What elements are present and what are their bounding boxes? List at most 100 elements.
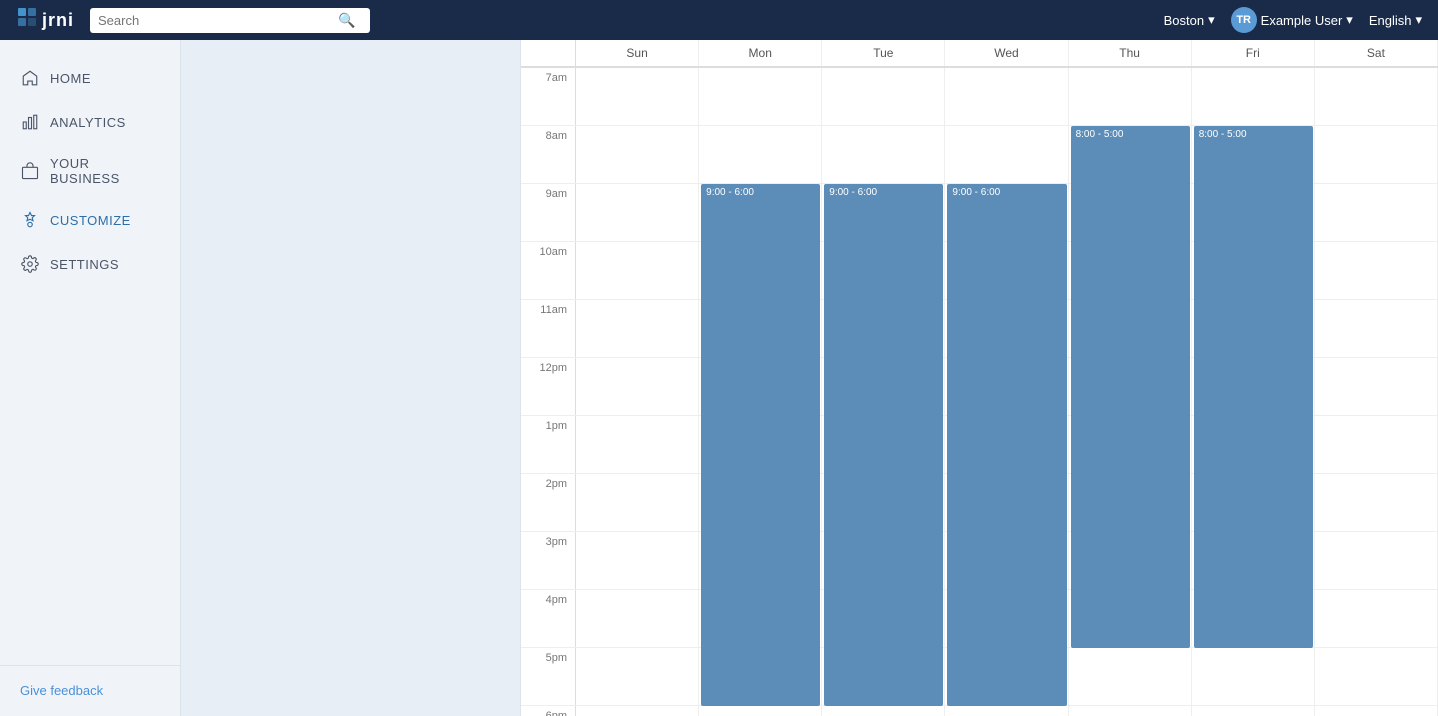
give-feedback-link[interactable]: Give feedback [20, 683, 103, 698]
time-label: 8am [521, 126, 576, 183]
time-cell [822, 68, 945, 125]
time-cell [1315, 184, 1438, 241]
sidebar-item-customize[interactable]: CUSTOMIZE [0, 198, 180, 242]
sidebar-item-home[interactable]: HOME [0, 56, 180, 100]
time-cell [1315, 126, 1438, 183]
location-selector[interactable]: Boston ▾ [1164, 12, 1215, 28]
main-layout: HOME ANALYTICS YOUR BUSINESS CUSTOMIZE [0, 40, 1438, 716]
time-row: 6pm [521, 706, 1438, 716]
appointment-block[interactable]: 8:00 - 5:00 [1071, 126, 1190, 648]
time-cell [576, 532, 699, 589]
time-cell [576, 242, 699, 299]
time-label: 10am [521, 242, 576, 299]
time-cell [576, 706, 699, 716]
location-arrow: ▾ [1208, 12, 1215, 28]
customize-icon [20, 210, 40, 230]
time-cell [1315, 590, 1438, 647]
appointment-block[interactable]: 8:00 - 5:00 [1194, 126, 1313, 648]
appointment-block[interactable]: 9:00 - 6:00 [824, 184, 943, 706]
home-icon [20, 68, 40, 88]
sidebar-item-analytics-label: ANALYTICS [50, 115, 126, 130]
time-label: 3pm [521, 532, 576, 589]
time-cell [576, 648, 699, 705]
time-cell [699, 126, 822, 183]
sidebar-item-settings[interactable]: SETTINGS [0, 242, 180, 286]
day-header-mon: Mon [699, 40, 822, 66]
time-label: 11am [521, 300, 576, 357]
time-cell [1315, 532, 1438, 589]
day-header-sun: Sun [576, 40, 699, 66]
logo-text: jrni [42, 10, 74, 31]
time-label: 12pm [521, 358, 576, 415]
time-cell [1315, 648, 1438, 705]
time-label: 4pm [521, 590, 576, 647]
avatar: TR [1231, 7, 1257, 33]
time-row: 7am [521, 68, 1438, 126]
sidebar: HOME ANALYTICS YOUR BUSINESS CUSTOMIZE [0, 40, 181, 716]
time-cell [1315, 416, 1438, 473]
time-cell [576, 474, 699, 531]
time-spacer [521, 40, 576, 66]
day-header-wed: Wed [945, 40, 1068, 66]
time-cell [1315, 474, 1438, 531]
search-icon: 🔍 [338, 12, 355, 29]
day-header-thu: Thu [1069, 40, 1192, 66]
appointment-block[interactable]: 9:00 - 6:00 [701, 184, 820, 706]
time-cell [576, 126, 699, 183]
time-label: 5pm [521, 648, 576, 705]
time-cell [576, 68, 699, 125]
time-cell [576, 358, 699, 415]
time-label: 9am [521, 184, 576, 241]
time-cell [1192, 706, 1315, 716]
time-grid: 7am8am9am10am11am12pm1pm2pm3pm4pm5pm6pm9… [521, 68, 1438, 716]
search-input[interactable] [98, 13, 338, 28]
days-header: Sun Mon Tue Wed Thu Fri Sat [521, 40, 1438, 68]
time-cells [576, 68, 1438, 125]
time-cell [1315, 706, 1438, 716]
day-header-fri: Fri [1192, 40, 1315, 66]
time-cell [945, 706, 1068, 716]
content-area: Sun Mon Tue Wed Thu Fri Sat 7am8am9am10a… [181, 40, 1438, 716]
time-cell [1315, 300, 1438, 357]
location-label: Boston [1164, 13, 1204, 28]
language-arrow: ▾ [1415, 12, 1422, 28]
time-cell [699, 706, 822, 716]
logo[interactable]: jrni [16, 6, 74, 34]
logo-icon [16, 6, 38, 34]
sidebar-item-home-label: HOME [50, 71, 91, 86]
time-cell [576, 416, 699, 473]
search-bar[interactable]: 🔍 [90, 8, 370, 33]
appointment-block[interactable]: 9:00 - 6:00 [947, 184, 1066, 706]
language-selector[interactable]: English ▾ [1369, 12, 1422, 28]
sidebar-item-customize-label: CUSTOMIZE [50, 213, 131, 228]
time-label: 6pm [521, 706, 576, 716]
day-header-tue: Tue [822, 40, 945, 66]
time-cell [1315, 358, 1438, 415]
top-navigation: jrni 🔍 Boston ▾ TR Example User ▾ Englis… [0, 0, 1438, 40]
time-label: 2pm [521, 474, 576, 531]
time-cell [822, 706, 945, 716]
time-cell [1315, 68, 1438, 125]
sidebar-item-analytics[interactable]: ANALYTICS [0, 100, 180, 144]
sidebar-item-your-business[interactable]: YOUR BUSINESS [0, 144, 180, 198]
time-cell [1069, 648, 1192, 705]
time-cell [699, 68, 822, 125]
sidebar-item-your-business-label: YOUR BUSINESS [50, 156, 160, 186]
your-business-icon [20, 161, 40, 181]
time-cell [1192, 68, 1315, 125]
user-menu[interactable]: TR Example User ▾ [1231, 7, 1353, 33]
time-cell [945, 68, 1068, 125]
analytics-icon [20, 112, 40, 132]
settings-icon [20, 254, 40, 274]
time-label: 7am [521, 68, 576, 125]
left-panel [181, 40, 521, 716]
time-cell [1192, 648, 1315, 705]
user-arrow: ▾ [1346, 12, 1353, 28]
sidebar-item-settings-label: SETTINGS [50, 257, 119, 272]
day-header-cells: Sun Mon Tue Wed Thu Fri Sat [576, 40, 1438, 66]
calendar-area[interactable]: Sun Mon Tue Wed Thu Fri Sat 7am8am9am10a… [521, 40, 1438, 716]
time-cell [576, 300, 699, 357]
language-label: English [1369, 13, 1412, 28]
sidebar-footer: Give feedback [0, 665, 180, 716]
day-header-sat: Sat [1315, 40, 1438, 66]
